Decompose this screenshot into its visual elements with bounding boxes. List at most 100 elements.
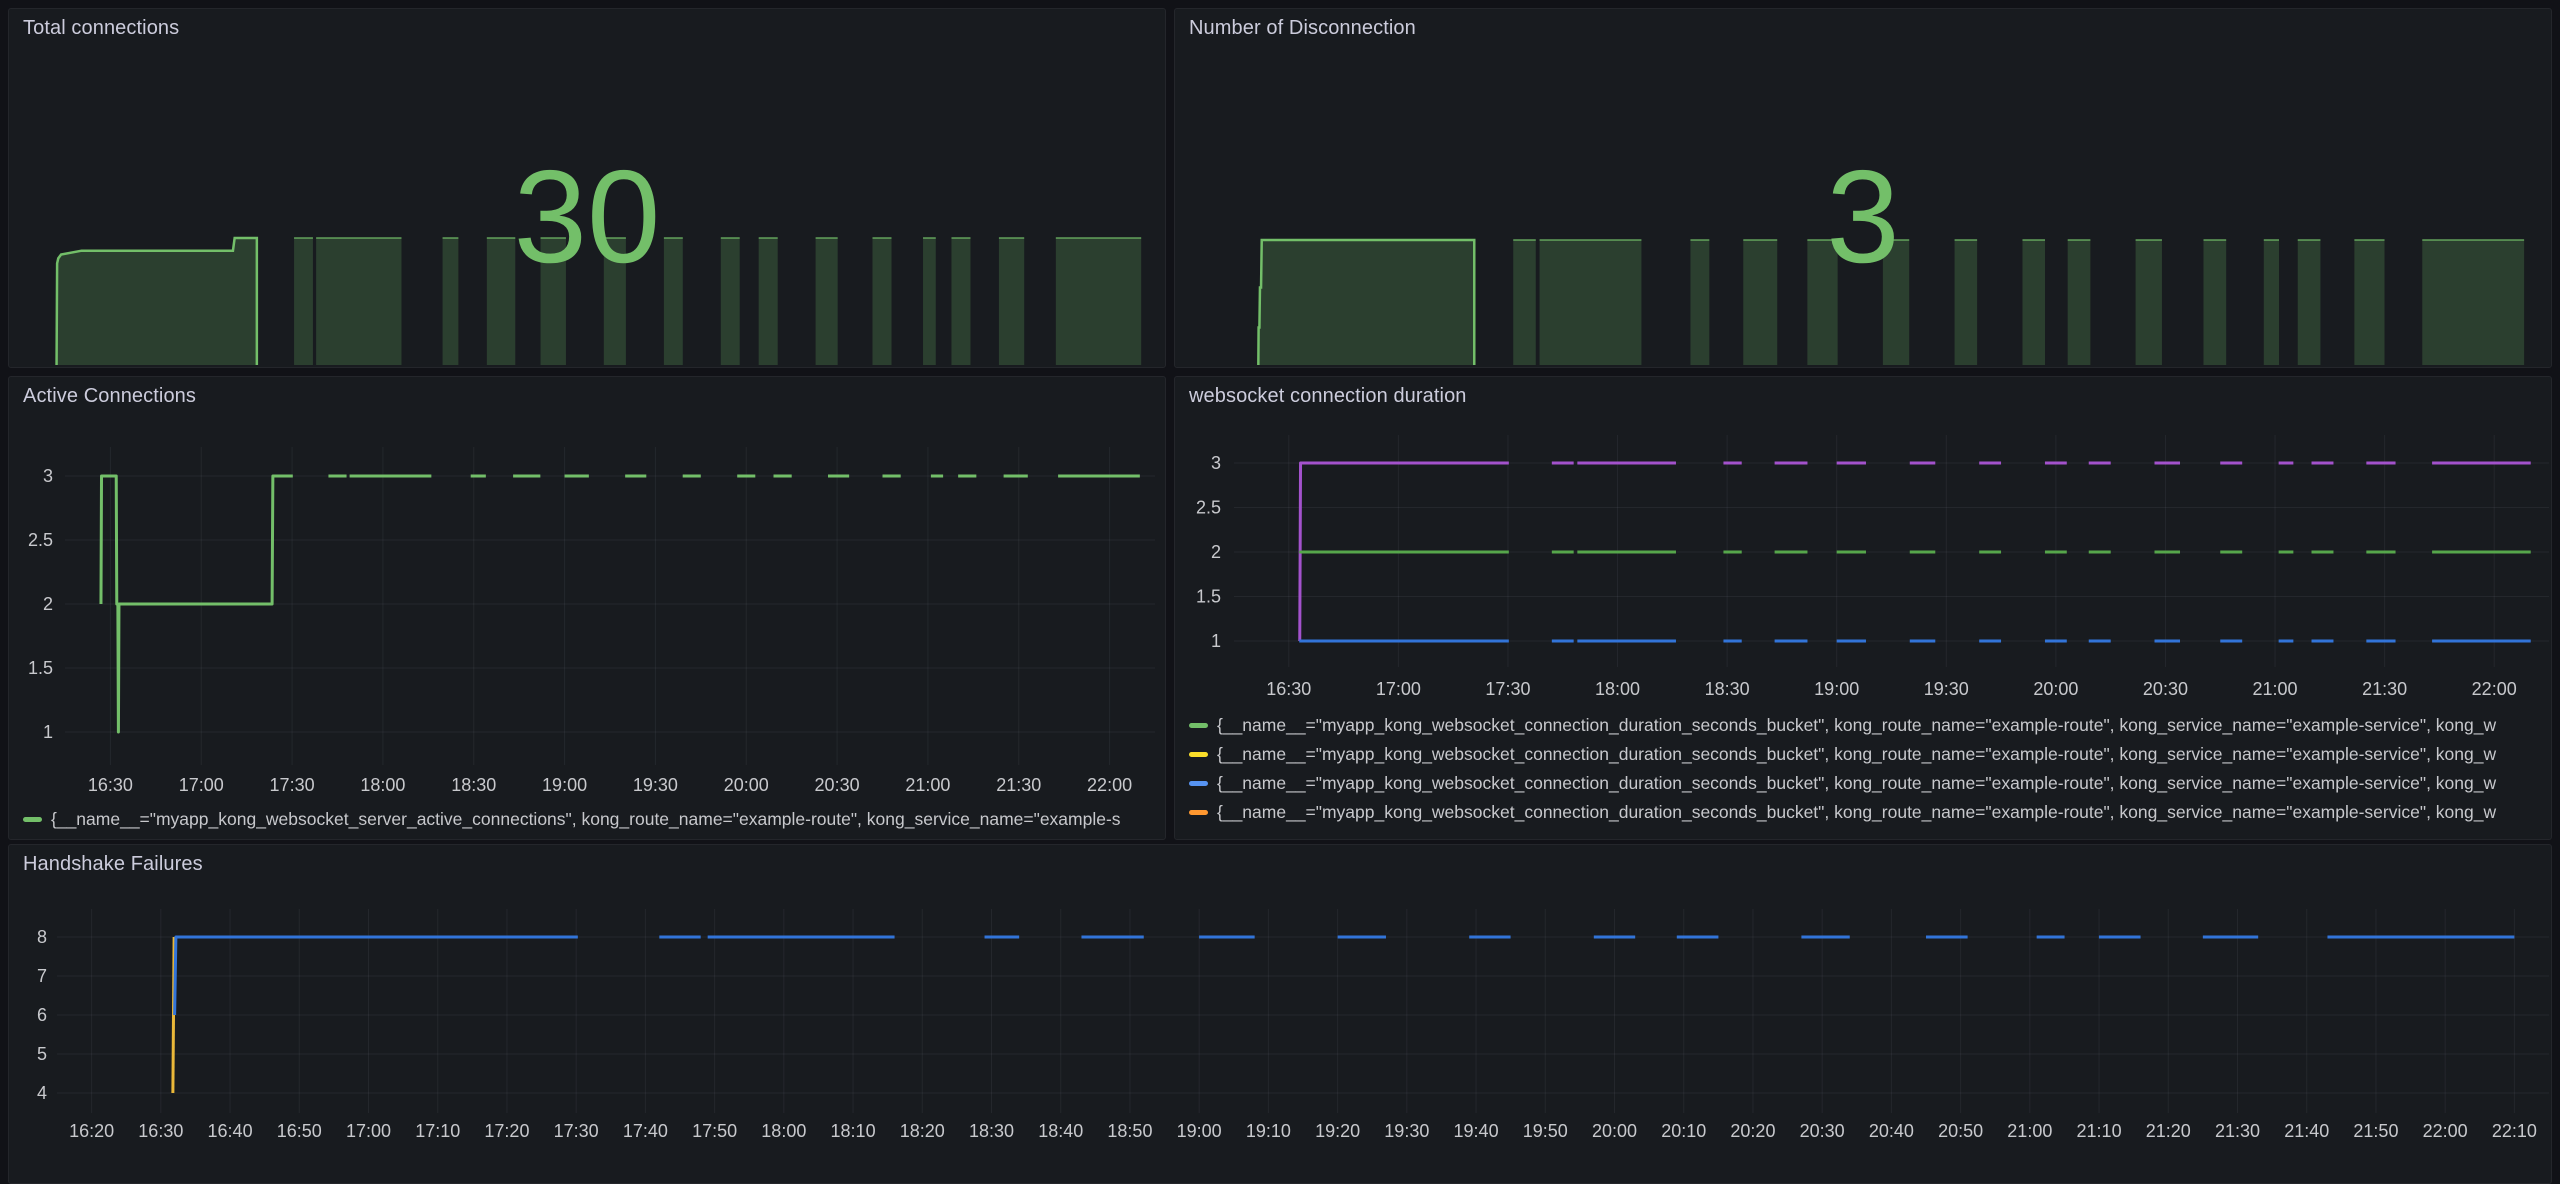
x-tick-label: 20:30 bbox=[815, 775, 860, 795]
x-tick-label: 20:00 bbox=[1592, 1121, 1637, 1141]
timeseries-handshake-failures[interactable]: 16:2016:3016:4016:5017:0017:1017:2017:30… bbox=[9, 845, 2552, 1184]
x-tick-label: 20:30 bbox=[2143, 679, 2188, 699]
legend-item[interactable]: {__name__="myapp_kong_websocket_connecti… bbox=[1189, 798, 2543, 827]
x-tick-label: 16:50 bbox=[277, 1121, 322, 1141]
legend-item[interactable]: {__name__="myapp_kong_websocket_connecti… bbox=[1189, 711, 2543, 740]
panel-number-of-disconnection: Number of Disconnection 3 bbox=[1174, 8, 2552, 368]
timeseries-canvas[interactable]: 16:2016:3016:4016:5017:0017:1017:2017:30… bbox=[9, 845, 2552, 1184]
x-tick-label: 21:50 bbox=[2353, 1121, 2398, 1141]
x-tick-label: 21:40 bbox=[2284, 1121, 2329, 1141]
x-tick-label: 17:00 bbox=[179, 775, 224, 795]
x-tick-label: 18:00 bbox=[761, 1121, 806, 1141]
x-tick-label: 20:40 bbox=[1869, 1121, 1914, 1141]
y-tick-label: 3 bbox=[43, 466, 53, 486]
panel-websocket-connection-duration: websocket connection duration 16:30 17:00… bbox=[1174, 376, 2552, 840]
y-tick-label: 2.5 bbox=[28, 530, 53, 550]
legend-label: {__name__="myapp_kong_websocket_connecti… bbox=[1217, 715, 2496, 736]
panel-title-total-connections[interactable]: Total connections bbox=[23, 17, 179, 40]
legend-item[interactable]: {__name__="myapp_kong_websocket_connecti… bbox=[1189, 740, 2543, 769]
x-tick-label: 16:20 bbox=[69, 1121, 114, 1141]
x-tick-label: 18:30 bbox=[451, 775, 496, 795]
legend-active-connections: {__name__="myapp_kong_websocket_server_a… bbox=[23, 805, 1157, 834]
y-tick-label: 2 bbox=[1211, 542, 1221, 562]
x-tick-label: 19:30 bbox=[1924, 679, 1969, 699]
x-tick-label: 19:50 bbox=[1523, 1121, 1568, 1141]
panel-title-active-connections[interactable]: Active Connections bbox=[23, 385, 196, 408]
x-tick-label: 22:00 bbox=[1087, 775, 1132, 795]
panel-title-number-of-disconnection[interactable]: Number of Disconnection bbox=[1189, 17, 1416, 40]
legend-label: {__name__="myapp_kong_websocket_server_a… bbox=[51, 809, 1121, 830]
x-tick-label: 16:30 bbox=[88, 775, 133, 795]
panel-active-connections: Active Connections 16:3017:0017:3018:001… bbox=[8, 376, 1166, 840]
x-tick-label: 18:00 bbox=[360, 775, 405, 795]
x-tick-label: 20:30 bbox=[1800, 1121, 1845, 1141]
legend-label: {__name__="myapp_kong_websocket_connecti… bbox=[1217, 802, 2496, 823]
y-tick-label: 7 bbox=[37, 966, 47, 986]
x-tick-label: 21:00 bbox=[905, 775, 950, 795]
x-tick-label: 20:10 bbox=[1661, 1121, 1706, 1141]
x-tick-label: 19:00 bbox=[1814, 679, 1859, 699]
y-tick-label: 8 bbox=[37, 927, 47, 947]
panel-handshake-failures: Handshake Failures 16:20 16:30 16:40 16:50 1… bbox=[8, 844, 2552, 1184]
x-tick-label: 19:30 bbox=[1384, 1121, 1429, 1141]
legend-item[interactable]: {__name__="myapp_kong_websocket_connecti… bbox=[1189, 769, 2543, 798]
y-tick-label: 1 bbox=[43, 722, 53, 742]
x-tick-label: 17:40 bbox=[623, 1121, 668, 1141]
x-tick-label: 17:00 bbox=[1376, 679, 1421, 699]
series-line-active_connections bbox=[101, 476, 293, 732]
x-tick-label: 16:30 bbox=[138, 1121, 183, 1141]
x-tick-label: 19:00 bbox=[542, 775, 587, 795]
x-tick-label: 19:20 bbox=[1315, 1121, 1360, 1141]
y-tick-label: 3 bbox=[1211, 453, 1221, 473]
series-color-swatch bbox=[1189, 752, 1208, 757]
x-tick-label: 21:30 bbox=[2362, 679, 2407, 699]
x-tick-label: 16:40 bbox=[208, 1121, 253, 1141]
x-tick-label: 21:00 bbox=[2007, 1121, 2052, 1141]
y-tick-label: 1 bbox=[1211, 631, 1221, 651]
x-tick-label: 19:10 bbox=[1246, 1121, 1291, 1141]
series-line-handshake_failures_spike bbox=[173, 937, 174, 1093]
legend-label: {__name__="myapp_kong_websocket_connecti… bbox=[1217, 744, 2496, 765]
x-tick-label: 19:40 bbox=[1454, 1121, 1499, 1141]
x-tick-label: 19:00 bbox=[1177, 1121, 1222, 1141]
series-color-swatch bbox=[1189, 723, 1208, 728]
x-tick-label: 17:10 bbox=[415, 1121, 460, 1141]
legend-item[interactable]: {__name__="myapp_kong_websocket_server_a… bbox=[23, 805, 1157, 834]
y-tick-label: 6 bbox=[37, 1005, 47, 1025]
x-tick-label: 17:50 bbox=[692, 1121, 737, 1141]
x-tick-label: 21:30 bbox=[996, 775, 1041, 795]
series-color-swatch bbox=[23, 817, 42, 822]
y-tick-label: 4 bbox=[37, 1083, 47, 1103]
x-tick-label: 21:30 bbox=[2215, 1121, 2260, 1141]
x-tick-label: 20:50 bbox=[1938, 1121, 1983, 1141]
x-tick-label: 16:30 bbox=[1266, 679, 1311, 699]
x-tick-label: 18:40 bbox=[1038, 1121, 1083, 1141]
x-tick-label: 18:30 bbox=[1705, 679, 1750, 699]
timeseries-active-connections[interactable]: 16:30 17:00 17:30 18:00 18:30 19:00 19:30 20:00… bbox=[9, 377, 1166, 840]
stat-value-total-connections: 30 bbox=[9, 151, 1165, 283]
x-tick-label: 17:30 bbox=[270, 775, 315, 795]
panel-total-connections: Total connections 30 bbox=[8, 8, 1166, 368]
x-tick-label: 18:50 bbox=[1107, 1121, 1152, 1141]
x-tick-label: 22:00 bbox=[2423, 1121, 2468, 1141]
stat-value-disconnection: 3 bbox=[1175, 151, 2551, 283]
panel-title-websocket-connection-duration[interactable]: websocket connection duration bbox=[1189, 385, 1467, 408]
x-tick-label: 18:00 bbox=[1595, 679, 1640, 699]
x-tick-label: 22:10 bbox=[2492, 1121, 2537, 1141]
timeseries-canvas[interactable]: 16:30 17:00 17:30 18:00 18:30 19:00 19:30 20:00… bbox=[9, 377, 1166, 840]
x-tick-label: 22:00 bbox=[2472, 679, 2517, 699]
series-color-swatch bbox=[1189, 810, 1208, 815]
x-tick-label: 17:20 bbox=[484, 1121, 529, 1141]
legend-websocket-duration: {__name__="myapp_kong_websocket_connecti… bbox=[1189, 711, 2543, 827]
x-tick-label: 21:00 bbox=[2253, 679, 2298, 699]
panel-title-handshake-failures[interactable]: Handshake Failures bbox=[23, 853, 203, 876]
x-tick-label: 18:30 bbox=[969, 1121, 1014, 1141]
x-tick-label: 20:00 bbox=[724, 775, 769, 795]
x-tick-label: 18:20 bbox=[900, 1121, 945, 1141]
series-color-swatch bbox=[1189, 781, 1208, 786]
x-tick-label: 17:00 bbox=[346, 1121, 391, 1141]
x-tick-label: 19:30 bbox=[633, 775, 678, 795]
y-tick-label: 1.5 bbox=[1196, 587, 1221, 607]
x-tick-label: 20:20 bbox=[1730, 1121, 1775, 1141]
x-tick-label: 18:10 bbox=[831, 1121, 876, 1141]
